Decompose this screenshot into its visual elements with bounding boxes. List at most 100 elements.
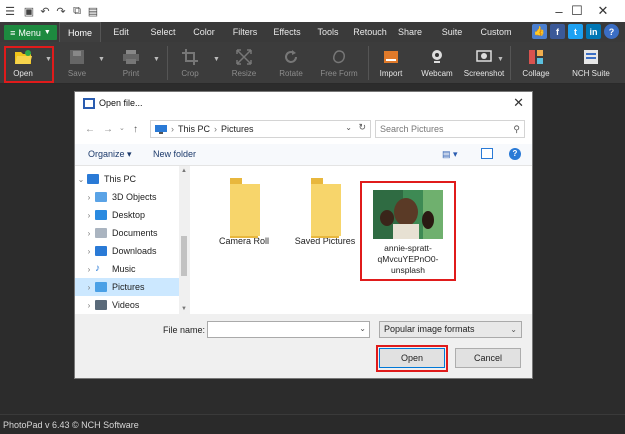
paste-icon[interactable]: ▤ xyxy=(86,4,100,18)
folder-icon xyxy=(226,178,262,240)
scroll-up-icon[interactable]: ▲ xyxy=(181,168,187,174)
image-file-item[interactable]: annie-spratt-qMvcuYEPnO0-unsplash xyxy=(360,181,456,281)
file-name-input[interactable]: ⌄ xyxy=(207,321,370,338)
nav-item-music[interactable]: › ♪ Music xyxy=(75,260,179,278)
forward-arrow-icon[interactable]: → xyxy=(103,124,113,135)
chevron-right-icon[interactable]: › xyxy=(83,283,95,292)
tab-custom[interactable]: Custom xyxy=(476,22,516,42)
chevron-right-icon[interactable]: › xyxy=(83,193,95,202)
chevron-right-icon[interactable]: › xyxy=(83,265,95,274)
nav-item-this-pc[interactable]: ⌄ This PC xyxy=(75,170,179,188)
free-form-button[interactable]: Free Form xyxy=(317,42,361,84)
preview-pane-icon[interactable] xyxy=(481,148,493,159)
new-folder-button[interactable]: New folder xyxy=(153,149,196,159)
dialog-close-button[interactable]: ✕ xyxy=(513,95,524,111)
refresh-icon[interactable]: ↻ xyxy=(358,122,366,133)
organize-button[interactable]: Organize ▾ xyxy=(88,149,132,160)
save-dropdown-icon[interactable]: ▼ xyxy=(98,56,105,63)
copy-icon[interactable]: ⧉ xyxy=(70,4,84,18)
nch-suite-icon xyxy=(581,48,601,66)
file-type-select[interactable]: Popular image formats ⌄ xyxy=(379,321,522,338)
nav-item-documents[interactable]: › Documents xyxy=(75,224,179,242)
breadcrumb-pictures[interactable]: Pictures xyxy=(221,124,254,134)
rotate-button[interactable]: Rotate xyxy=(275,42,307,84)
nav-item-pictures[interactable]: › Pictures xyxy=(75,278,179,296)
downloads-icon xyxy=(95,246,107,256)
dialog-app-icon xyxy=(83,98,95,109)
save-button[interactable]: Save xyxy=(64,42,90,84)
image-file-name: annie-spratt-qMvcuYEPnO0-unsplash xyxy=(377,243,439,275)
cancel-button[interactable]: Cancel xyxy=(455,348,521,368)
crop-dropdown-icon[interactable]: ▼ xyxy=(213,56,220,63)
tab-tools[interactable]: Tools xyxy=(311,22,345,42)
save-icon xyxy=(67,48,87,66)
nav-item-desktop[interactable]: › Desktop xyxy=(75,206,179,224)
breadcrumb-this-pc[interactable]: This PC xyxy=(178,124,210,134)
nav-label: This PC xyxy=(104,174,137,184)
tab-share[interactable]: Share xyxy=(393,22,427,42)
folder-icon xyxy=(307,178,343,240)
menu-button-label: Menu xyxy=(18,27,41,38)
import-icon xyxy=(381,48,401,66)
address-bar[interactable]: › This PC › Pictures ⌄ ↻ xyxy=(150,120,371,138)
linkedin-icon[interactable]: in xyxy=(586,24,601,39)
nav-item-downloads[interactable]: › Downloads xyxy=(75,242,179,260)
tab-retouch[interactable]: Retouch xyxy=(350,22,390,42)
nch-suite-button[interactable]: NCH Suite xyxy=(570,42,612,84)
crop-button[interactable]: Crop xyxy=(176,42,204,84)
collage-button[interactable]: Collage xyxy=(521,42,551,84)
scroll-down-icon[interactable]: ▼ xyxy=(181,306,187,312)
resize-button[interactable]: Resize xyxy=(228,42,260,84)
nav-item-videos[interactable]: › Videos xyxy=(75,296,179,314)
search-input[interactable]: Search Pictures ⚲ xyxy=(375,120,525,138)
facebook-icon[interactable]: f xyxy=(550,24,565,39)
recent-locations-icon[interactable]: ⌄ xyxy=(119,124,125,132)
tab-color[interactable]: Color xyxy=(187,22,221,42)
like-icon[interactable]: 👍 xyxy=(532,24,547,39)
save-quick-icon[interactable]: ▣ xyxy=(22,4,36,18)
screenshot-dropdown-icon[interactable]: ▼ xyxy=(497,56,504,63)
nav-label: Documents xyxy=(112,228,158,238)
folder-item[interactable]: Saved Pictures xyxy=(290,178,360,246)
redo-icon[interactable]: ↷ xyxy=(54,4,68,18)
change-view-icon[interactable]: ▤ ▾ xyxy=(442,149,458,160)
up-arrow-icon[interactable]: ↑ xyxy=(133,124,138,135)
print-dropdown-icon[interactable]: ▼ xyxy=(153,56,160,63)
collage-icon xyxy=(526,48,546,66)
help-icon[interactable]: ? xyxy=(604,24,619,39)
chevron-down-icon[interactable]: ⌄ xyxy=(75,175,87,184)
back-arrow-icon[interactable]: ← xyxy=(85,124,95,135)
nav-label: Desktop xyxy=(112,210,146,220)
close-window-button[interactable]: ✕ xyxy=(581,0,625,22)
tab-suite[interactable]: Suite xyxy=(435,22,469,42)
tab-effects[interactable]: Effects xyxy=(268,22,306,42)
chevron-down-icon[interactable]: ⌄ xyxy=(359,324,366,333)
webcam-button[interactable]: Webcam xyxy=(420,42,454,84)
chevron-right-icon[interactable]: › xyxy=(83,247,95,256)
app-menu-icon[interactable]: ☰ xyxy=(3,4,17,18)
dialog-footer: File name: ⌄ Popular image formats ⌄ Ope… xyxy=(75,313,532,377)
tab-filters[interactable]: Filters xyxy=(226,22,264,42)
import-button[interactable]: Import xyxy=(377,42,405,84)
chevron-right-icon[interactable]: › xyxy=(83,229,95,238)
navigation-scrollbar[interactable]: ▲ ▼ xyxy=(179,166,189,314)
address-dropdown-icon[interactable]: ⌄ xyxy=(345,123,352,132)
webcam-label: Webcam xyxy=(421,69,453,78)
tab-select[interactable]: Select xyxy=(144,22,182,42)
chevron-right-icon[interactable]: › xyxy=(83,301,95,310)
print-label: Print xyxy=(122,69,140,78)
pictures-icon xyxy=(95,282,107,292)
folder-item[interactable]: Camera Roll xyxy=(209,178,279,246)
chevron-right-icon[interactable]: › xyxy=(83,211,95,220)
screenshot-button[interactable]: Screenshot xyxy=(463,42,505,84)
tab-edit[interactable]: Edit xyxy=(104,22,138,42)
tab-home[interactable]: Home xyxy=(59,22,101,42)
scrollbar-thumb[interactable] xyxy=(181,236,187,276)
menu-button[interactable]: ≡ Menu ▼ xyxy=(4,25,57,40)
help-icon[interactable]: ? xyxy=(509,148,521,160)
twitter-icon[interactable]: t xyxy=(568,24,583,39)
toolbar-divider xyxy=(510,46,511,80)
print-button[interactable]: Print xyxy=(117,42,145,84)
undo-icon[interactable]: ↶ xyxy=(38,4,52,18)
nav-item-3d-objects[interactable]: › 3D Objects xyxy=(75,188,179,206)
